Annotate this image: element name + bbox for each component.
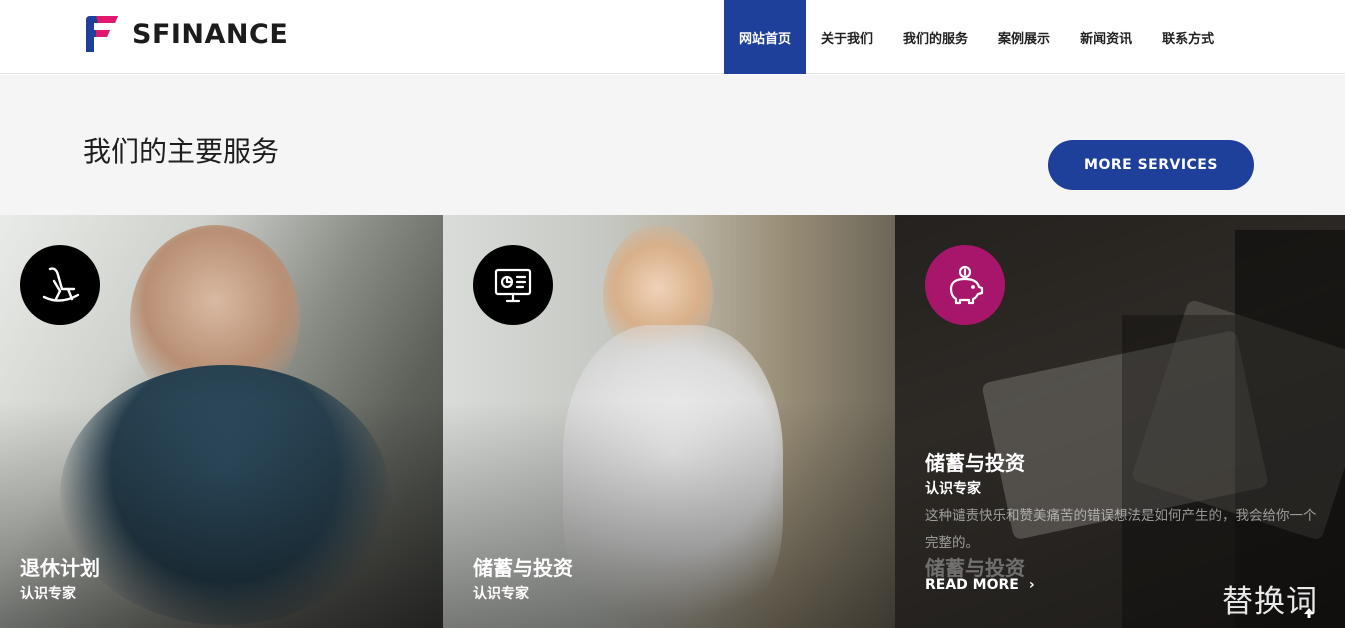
card-title: 退休计划 <box>20 556 100 580</box>
card-title: 储蓄与投资 <box>473 556 573 580</box>
service-card-savings[interactable]: 储蓄与投资 认识专家 <box>443 215 895 628</box>
logo[interactable]: SFINANCE <box>82 14 288 54</box>
services-header-band: 我们的主要服务 MORE SERVICES <box>0 75 1345 215</box>
card-subtitle: 认识专家 <box>20 586 76 602</box>
arrow-up-icon[interactable] <box>1300 604 1318 622</box>
section-title: 我们的主要服务 <box>83 135 280 168</box>
card-description: 这种谴责快乐和赞美痛苦的错误想法是如何产生的，我会给你一个完整的。 <box>925 508 1317 551</box>
overlay-panel <box>1235 230 1345 628</box>
card-title: 储蓄与投资 <box>925 451 1025 475</box>
brand-name: SFINANCE <box>132 18 289 50</box>
nav-item-cases[interactable]: 案例展示 <box>983 0 1065 74</box>
nav-item-news[interactable]: 新闻资讯 <box>1065 0 1147 74</box>
nav-item-contact[interactable]: 联系方式 <box>1147 0 1229 74</box>
logo-icon <box>86 16 118 52</box>
overlay-panel <box>1122 315 1235 628</box>
computer-chart-icon <box>473 245 553 325</box>
main-nav: 网站首页 关于我们 我们的服务 案例展示 新闻资讯 联系方式 <box>724 0 1229 74</box>
nav-item-services[interactable]: 我们的服务 <box>888 0 983 74</box>
read-more-link[interactable]: READ MORE › <box>925 577 1035 593</box>
rocking-chair-icon <box>20 245 100 325</box>
nav-item-about[interactable]: 关于我们 <box>806 0 888 74</box>
site-header: SFINANCE 网站首页 关于我们 我们的服务 案例展示 新闻资讯 联系方式 <box>0 0 1345 74</box>
more-services-button[interactable]: MORE SERVICES <box>1048 140 1254 190</box>
card-subtitle: 认识专家 <box>925 481 981 497</box>
service-card-retirement[interactable]: 退休计划 认识专家 <box>0 215 443 628</box>
card-subtitle: 认识专家 <box>473 586 529 602</box>
service-card-investment[interactable]: 储蓄与投资 认识专家 这种谴责快乐和赞美痛苦的错误想法是如何产生的，我会给你一个… <box>895 215 1345 628</box>
nav-item-home[interactable]: 网站首页 <box>724 0 807 74</box>
piggy-bank-icon <box>925 245 1005 325</box>
chevron-right-icon: › <box>1028 577 1035 593</box>
read-more-label: READ MORE <box>925 577 1019 593</box>
